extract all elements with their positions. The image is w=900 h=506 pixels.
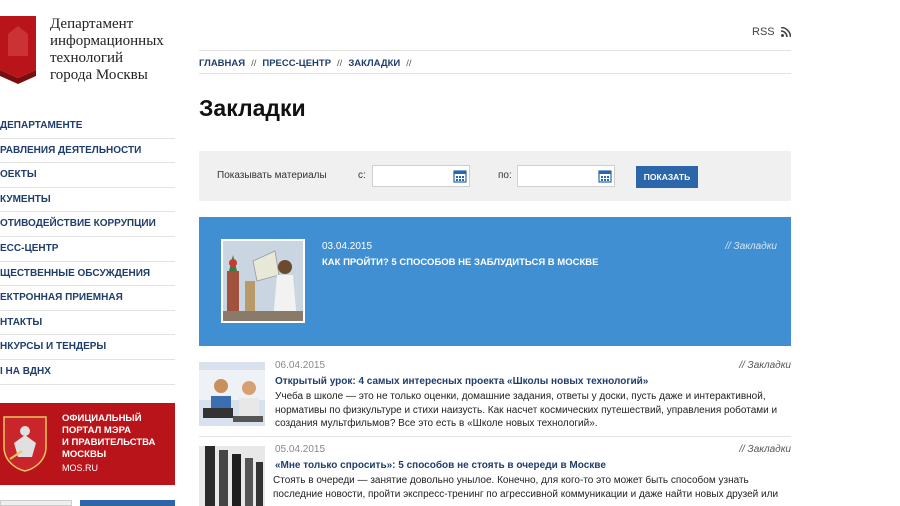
news-text: Стоять в очереди — занятие довольно уныл… (273, 475, 779, 500)
search-box-partial[interactable] (0, 500, 72, 506)
news-thumbnail[interactable] (199, 446, 265, 506)
date-filter-panel: Показывать материалы с: по: ПОКАЗАТЬ (199, 151, 791, 201)
news-thumbnail[interactable] (199, 362, 265, 426)
news-date: 06.04.2015 (275, 360, 326, 371)
mos-banner-text: ОФИЦИАЛЬНЫЙ ПОРТАЛ МЭРА И ПРАВИТЕЛЬСТВА … (62, 413, 156, 460)
rss-icon (780, 27, 791, 37)
featured-tag[interactable]: // Закладки (725, 241, 777, 252)
nav-item-tenders[interactable]: НКУРСЫ И ТЕНДЕРЫ (0, 335, 175, 360)
breadcrumb: ГЛАВНАЯ // ПРЕСС-ЦЕНТР // ЗАКЛАДКИ // (199, 58, 412, 69)
show-button[interactable]: ПОКАЗАТЬ (636, 166, 698, 188)
news-title[interactable]: Открытый урок: 4 самых интересных проект… (275, 376, 648, 387)
breadcrumb-separator: // (251, 58, 257, 69)
news-divider (199, 436, 791, 437)
featured-article[interactable]: 03.04.2015 КАК ПРОЙТИ? 5 СПОСОБОВ НЕ ЗАБ… (199, 217, 791, 346)
featured-photo-image (223, 241, 303, 321)
featured-thumbnail[interactable] (221, 239, 305, 323)
breadcrumb-divider (199, 73, 791, 74)
news-date: 05.04.2015 (275, 444, 326, 455)
logo-text: Департамент информационных технологий го… (50, 16, 164, 83)
header-divider (199, 50, 791, 51)
logo-emblem-icon (0, 16, 36, 84)
news-photo-image (199, 446, 265, 506)
filter-to-label: по: (498, 170, 512, 181)
featured-title[interactable]: КАК ПРОЙТИ? 5 СПОСОБОВ НЕ ЗАБЛУДИТЬСЯ В … (322, 257, 598, 268)
news-tag[interactable]: // Закладки (739, 360, 791, 371)
site-logo[interactable]: Департамент информационных технологий го… (0, 14, 180, 94)
news-photo-image (199, 362, 265, 426)
mos-portal-banner[interactable]: ОФИЦИАЛЬНЫЙ ПОРТАЛ МЭРА И ПРАВИТЕЛЬСТВА … (0, 403, 175, 485)
featured-date: 03.04.2015 (322, 241, 373, 252)
rss-link[interactable]: RSS (752, 26, 791, 38)
nav-item-e-reception[interactable]: ЕКТРОННАЯ ПРИЕМНАЯ (0, 286, 175, 311)
rss-label: RSS (752, 26, 775, 38)
breadcrumb-home[interactable]: ГЛАВНАЯ (199, 58, 245, 69)
filter-from-label: с: (358, 170, 366, 181)
calendar-icon[interactable] (453, 169, 467, 183)
news-text: Учеба в школе — это не только оценки, до… (275, 391, 778, 429)
nav-item-documents[interactable]: КУМЕНТЫ (0, 188, 175, 213)
breadcrumb-bookmarks[interactable]: ЗАКЛАДКИ (348, 58, 400, 69)
mos-banner-url: MOS.RU (62, 463, 98, 473)
nav-item-contacts[interactable]: НТАКТЫ (0, 311, 175, 336)
news-tag[interactable]: // Закладки (739, 444, 791, 455)
nav-item-press-center[interactable]: ЕСС-ЦЕНТР (0, 237, 175, 262)
nav-item-projects[interactable]: ОЕКТЫ (0, 163, 175, 188)
main-nav: ДЕПАРТАМЕНТЕ РАВЛЕНИЯ ДЕЯТЕЛЬНОСТИ ОЕКТЫ… (0, 114, 175, 385)
breadcrumb-press-center[interactable]: ПРЕСС-ЦЕНТР (262, 58, 331, 69)
nav-item-directions[interactable]: РАВЛЕНИЯ ДЕЯТЕЛЬНОСТИ (0, 139, 175, 164)
moscow-coat-of-arms-icon (3, 416, 47, 472)
breadcrumb-separator: // (406, 58, 412, 69)
blue-button-partial[interactable] (80, 500, 175, 506)
news-title[interactable]: «Мне только спросить»: 5 способов не сто… (275, 460, 606, 471)
calendar-icon[interactable] (598, 169, 612, 183)
nav-item-vdnh[interactable]: I НА ВДНХ (0, 360, 175, 385)
page-title: Закладки (199, 95, 306, 121)
nav-item-department[interactable]: ДЕПАРТАМЕНТЕ (0, 114, 175, 139)
filter-label: Показывать материалы (217, 170, 327, 181)
breadcrumb-separator: // (337, 58, 343, 69)
nav-item-anti-corruption[interactable]: ОТИВОДЕЙСТВИЕ КОРРУПЦИИ (0, 212, 175, 237)
nav-item-public-discussions[interactable]: ЩЕСТВЕННЫЕ ОБСУЖДЕНИЯ (0, 262, 175, 287)
